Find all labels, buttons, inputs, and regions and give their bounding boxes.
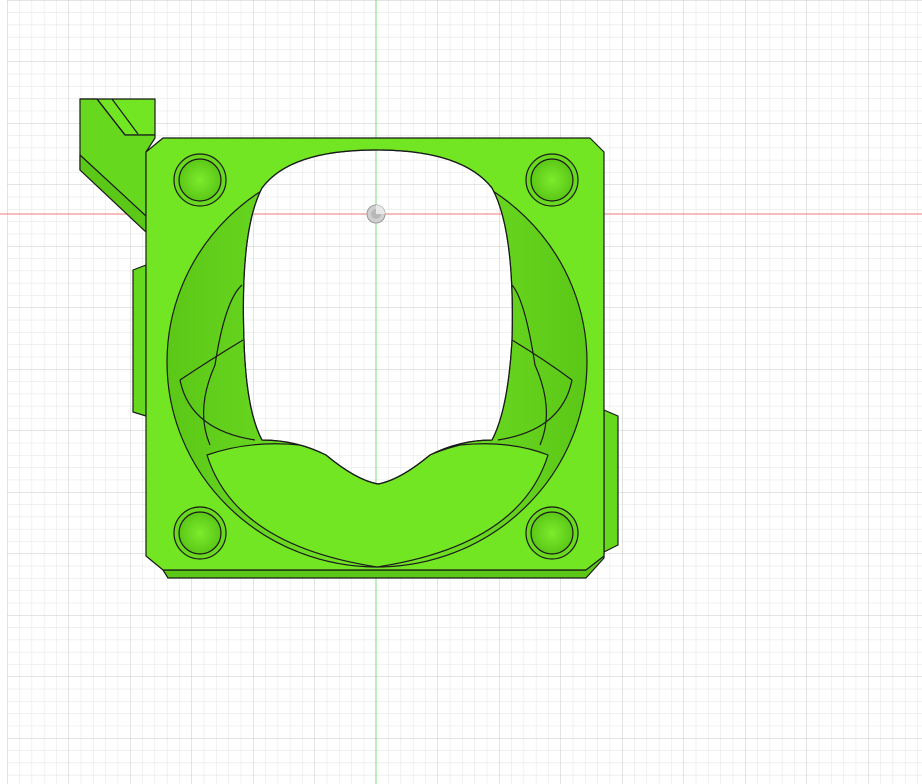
cad-viewport[interactable] xyxy=(0,0,922,784)
origin-point-icon[interactable] xyxy=(366,204,386,224)
left-flange xyxy=(132,264,147,417)
right-flange xyxy=(603,409,619,553)
screw-hole-top-left[interactable] xyxy=(173,153,227,207)
screw-hole-bottom-right[interactable] xyxy=(525,506,579,560)
viewport-canvas[interactable] xyxy=(0,0,922,784)
screw-hole-bottom-left[interactable] xyxy=(173,506,227,560)
screw-hole-top-right[interactable] xyxy=(525,153,579,207)
